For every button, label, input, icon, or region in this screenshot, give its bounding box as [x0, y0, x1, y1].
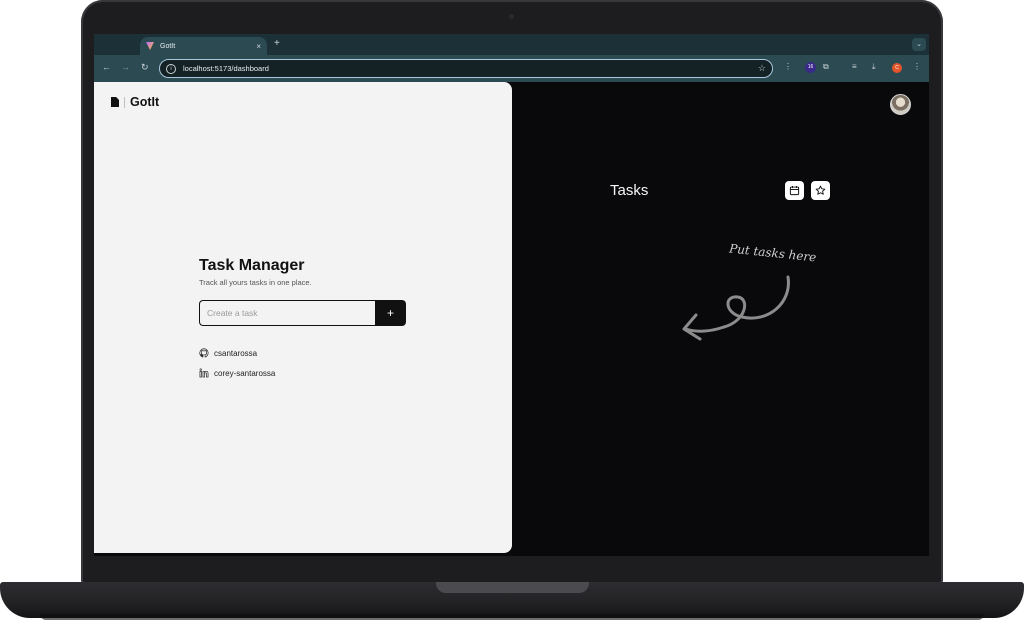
brand-divider [124, 96, 125, 108]
browser-tabbar: GotIt × + ⌄ [94, 34, 929, 55]
tasks-heading: Tasks [610, 182, 649, 199]
laptop-notch [436, 582, 589, 593]
create-task-input[interactable] [199, 300, 376, 326]
page-title: Task Manager [199, 257, 305, 274]
camera [509, 14, 514, 19]
hand-drawn-arrow-icon [682, 275, 790, 341]
profile-avatar[interactable]: C [892, 63, 902, 73]
extension-pin-icon[interactable]: ⋮ [784, 62, 792, 71]
tab-title: GotIt [160, 42, 176, 50]
linkedin-label: corey-santarossa [214, 368, 276, 378]
empty-state-hint: Put tasks here [728, 241, 817, 265]
document-icon [111, 97, 119, 107]
screen: GotIt × + ⌄ ← → ↻ i localhost:5173/dashb… [94, 34, 929, 556]
github-label: csantarossa [214, 348, 258, 358]
new-tab-icon[interactable]: + [274, 38, 280, 49]
browser-tab[interactable]: GotIt × [140, 37, 267, 55]
add-task-button[interactable]: + [375, 300, 406, 326]
url-text[interactable]: localhost:5173/dashboard [183, 64, 758, 73]
tab-close-icon[interactable]: × [256, 42, 261, 51]
favorites-button[interactable] [811, 181, 830, 200]
back-icon[interactable]: ← [102, 62, 111, 72]
page-subtitle: Track all yours tasks in one place. [199, 278, 312, 287]
star-icon [815, 185, 826, 195]
linkedin-link[interactable]: corey-santarossa [199, 368, 275, 378]
tab-search-icon[interactable]: ⌄ [912, 38, 926, 51]
calendar-icon [789, 186, 800, 196]
download-icon[interactable]: ⤓ [872, 62, 876, 72]
reload-icon[interactable]: ↻ [141, 62, 149, 73]
laptop-shadow [40, 614, 984, 620]
extensions-puzzle-icon[interactable]: ⧉ [823, 62, 829, 72]
github-icon [199, 348, 209, 358]
extension-badge[interactable]: 16 [805, 62, 816, 73]
site-info-icon[interactable]: i [166, 63, 176, 74]
forward-icon[interactable]: → [121, 62, 130, 72]
browser-toolbar: ← → ↻ i localhost:5173/dashboard ☆ ⋮ 16 … [94, 55, 929, 82]
browser-menu-icon[interactable]: ⋮ [913, 62, 921, 71]
brand-name: GotIt [130, 95, 160, 109]
linkedin-icon [199, 368, 209, 378]
page-content: GotIt Task Manager Track all yours tasks… [94, 82, 929, 556]
media-control-icon[interactable]: ≡ [852, 62, 857, 71]
left-panel: GotIt Task Manager Track all yours tasks… [94, 82, 512, 553]
bookmark-star-icon[interactable]: ☆ [758, 63, 766, 74]
calendar-button[interactable] [785, 181, 804, 200]
user-avatar[interactable] [890, 94, 911, 115]
right-panel: Tasks Put tasks here [512, 82, 929, 556]
github-link[interactable]: csantarossa [199, 348, 257, 358]
vite-logo-icon [146, 42, 154, 50]
address-bar[interactable]: i localhost:5173/dashboard ☆ [159, 59, 773, 78]
brand[interactable]: GotIt [111, 95, 159, 109]
